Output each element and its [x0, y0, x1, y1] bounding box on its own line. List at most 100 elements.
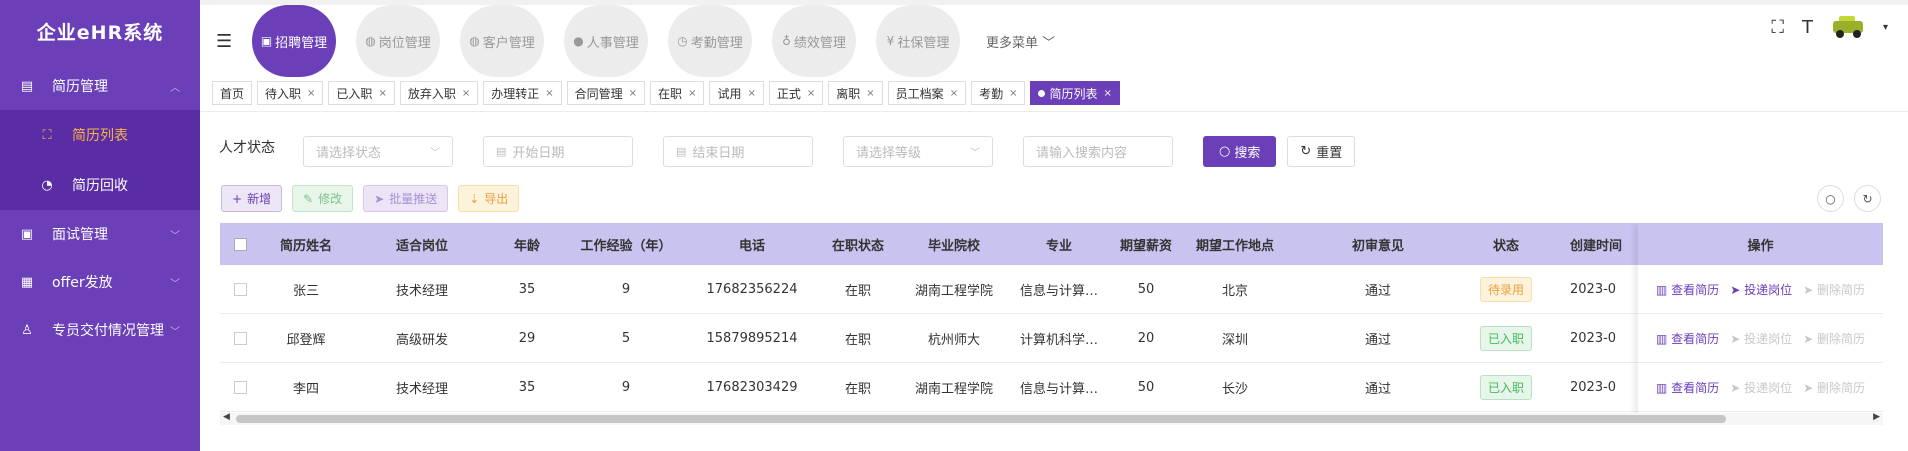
module-tab-customer[interactable]: ◍ 客户管理: [460, 5, 544, 77]
module-tab-position[interactable]: ◍ 岗位管理: [356, 5, 440, 77]
app-root: 企业eHR系统 ▤ 简历管理 ︿ ⛶ 简历列表 ◔ 简历回收 ▣ 面试管理 ﹀ …: [0, 0, 1908, 451]
search-button[interactable]: ○ 搜索: [1203, 135, 1277, 167]
module-tab-label: 岗位管理: [378, 35, 431, 51]
operations-cell: ▥ 查看简历 ➤ 投递岗位 ➤ 删除简历: [1638, 314, 1883, 363]
status-select[interactable]: 请选择状态 ﹀: [303, 135, 453, 167]
status-badge: 已入职: [1479, 325, 1532, 351]
batch-push-button[interactable]: ➤ 批量推送: [363, 185, 449, 212]
tag-regularize[interactable]: 办理转正 ×: [483, 81, 562, 105]
close-icon[interactable]: ×: [688, 88, 696, 99]
table-cell: 9: [621, 379, 631, 395]
close-icon[interactable]: ×: [378, 88, 386, 99]
deliver-position-link[interactable]: ➤ 投递岗位: [1730, 281, 1792, 298]
sidebar-item-offer[interactable]: ▦ offer发放 ﹀: [0, 258, 200, 306]
tag-attendance[interactable]: 考勤 ×: [971, 81, 1026, 105]
export-button[interactable]: ⇣ 导出: [458, 185, 520, 212]
view-resume-link[interactable]: ▥ 查看简历: [1656, 379, 1719, 396]
horizontal-scrollbar[interactable]: ◀ ▶: [220, 412, 1883, 425]
tag-abandon[interactable]: 放弃入职 ×: [399, 81, 479, 105]
menu-toggle-icon[interactable]: ☰: [216, 31, 236, 52]
sidebar-item-label: 专员交付情况管理: [52, 323, 164, 339]
table-cell: 湖南工程学院: [914, 381, 993, 397]
module-tab-hr[interactable]: ● 人事管理: [564, 5, 648, 77]
search-toggle-button[interactable]: ○: [1817, 185, 1844, 212]
delete-resume-link[interactable]: ➤ 删除简历: [1803, 379, 1865, 396]
tag-resigned[interactable]: 离职 ×: [828, 81, 883, 105]
font-size-icon[interactable]: T: [1802, 17, 1813, 38]
yen-icon: ¥: [886, 34, 895, 48]
row-checkbox[interactable]: [233, 331, 247, 345]
sidebar-item-resume[interactable]: ▤ 简历管理 ︿: [0, 62, 200, 110]
close-icon[interactable]: ×: [1104, 88, 1112, 99]
caret-down-icon[interactable]: ▾: [1883, 22, 1888, 33]
tag-probation[interactable]: 试用 ×: [709, 81, 764, 105]
close-icon[interactable]: ×: [629, 88, 637, 99]
delete-resume-label: 删除简历: [1816, 331, 1865, 346]
more-menu-label: 更多菜单: [986, 35, 1039, 51]
select-all-checkbox[interactable]: [233, 237, 247, 251]
tag-home[interactable]: 首页: [212, 81, 253, 105]
search-input[interactable]: 请输入搜索内容: [1023, 135, 1173, 167]
row-checkbox[interactable]: [233, 380, 247, 394]
table-row[interactable]: 张三 技术经理 35 9 17682356224 在职 湖南工程学院 信息与计算…: [220, 265, 1883, 314]
edit-button[interactable]: ✎ 修改: [292, 185, 354, 212]
table-row[interactable]: 邱登辉 高级研发 29 5 15879895214 在职 杭州师大 计算机科学……: [220, 314, 1883, 363]
send-icon: ➤: [1803, 380, 1817, 395]
chevron-down-icon: ﹀: [1042, 35, 1056, 51]
send-icon: ➤: [1730, 380, 1745, 395]
close-icon[interactable]: ×: [747, 88, 755, 99]
tag-formal[interactable]: 正式 ×: [768, 81, 824, 105]
close-icon[interactable]: ×: [866, 88, 874, 99]
tag-pending-onboard[interactable]: 待入职 ×: [257, 81, 324, 105]
reset-button[interactable]: ↻ 重置: [1287, 135, 1356, 167]
delete-resume-link[interactable]: ➤ 删除简历: [1803, 330, 1865, 347]
tag-contract[interactable]: 合同管理 ×: [566, 81, 646, 105]
close-icon[interactable]: ×: [307, 88, 315, 99]
table-cell: 50: [1137, 281, 1155, 297]
module-tab-insurance[interactable]: ¥ 社保管理: [876, 5, 960, 77]
sidebar-item-interview[interactable]: ▣ 面试管理 ﹀: [0, 210, 200, 258]
fullscreen-icon[interactable]: ⛶: [1771, 17, 1784, 38]
avatar[interactable]: [1831, 15, 1865, 39]
sidebar-subitem-resume-recycle[interactable]: ◔ 简历回收: [0, 160, 200, 210]
row-checkbox[interactable]: [233, 282, 247, 296]
tag-onboarded[interactable]: 已入职 ×: [328, 81, 395, 105]
table-row[interactable]: 李四 技术经理 35 9 17682303429 在职 湖南工程学院 信息与计算…: [220, 363, 1883, 412]
tag-employee-archive[interactable]: 员工档案 ×: [887, 81, 967, 105]
table-cell: 计算机科学…: [1019, 332, 1098, 348]
close-icon[interactable]: ×: [462, 88, 470, 99]
module-tab-performance[interactable]: ♁ 绩效管理: [772, 5, 856, 77]
sidebar-item-delivery[interactable]: ♙ 专员交付情况管理 ﹀: [0, 306, 200, 354]
end-date-input[interactable]: ▤ 结束日期: [663, 135, 813, 167]
sidebar: 企业eHR系统 ▤ 简历管理 ︿ ⛶ 简历列表 ◔ 简历回收 ▣ 面试管理 ﹀ …: [0, 0, 200, 451]
view-resume-link[interactable]: ▥ 查看简历: [1656, 281, 1719, 298]
close-icon[interactable]: ×: [545, 88, 553, 99]
scrollbar-thumb[interactable]: [236, 415, 1726, 423]
end-date-placeholder: 结束日期: [692, 145, 745, 161]
deliver-position-link[interactable]: ➤ 投递岗位: [1730, 330, 1792, 347]
sidebar-subitem-resume-list[interactable]: ⛶ 简历列表: [0, 110, 200, 160]
module-tab-attendance[interactable]: ◷ 考勤管理: [668, 5, 752, 77]
deliver-position-link[interactable]: ➤ 投递岗位: [1730, 379, 1792, 396]
search-icon: ○: [1825, 191, 1836, 206]
close-icon[interactable]: ×: [950, 88, 958, 99]
start-date-input[interactable]: ▤ 开始日期: [483, 135, 633, 167]
scroll-left-icon[interactable]: ◀: [223, 412, 230, 422]
deliver-position-label: 投递岗位: [1744, 282, 1793, 297]
chevron-down-icon: ﹀: [970, 147, 980, 159]
close-icon[interactable]: ×: [807, 88, 815, 99]
close-icon[interactable]: ×: [1009, 88, 1017, 99]
more-menu[interactable]: 更多菜单 ﹀: [986, 32, 1055, 51]
header-cell: 专业: [1045, 238, 1072, 254]
table-cell: 技术经理: [395, 381, 448, 397]
tag-employed[interactable]: 在职 ×: [650, 81, 705, 105]
scroll-right-icon[interactable]: ▶: [1873, 412, 1880, 422]
tag-resume-list[interactable]: 简历列表 ×: [1030, 81, 1120, 105]
delete-resume-link[interactable]: ➤ 删除简历: [1803, 281, 1865, 298]
refresh-button[interactable]: ↻: [1854, 185, 1881, 212]
module-tab-recruit[interactable]: ▣ 招聘管理: [252, 5, 336, 77]
view-resume-link[interactable]: ▥ 查看简历: [1656, 330, 1719, 347]
level-select[interactable]: 请选择等级 ﹀: [843, 135, 993, 167]
tag-label: 在职: [658, 86, 683, 101]
add-button[interactable]: + 新增: [221, 185, 283, 212]
